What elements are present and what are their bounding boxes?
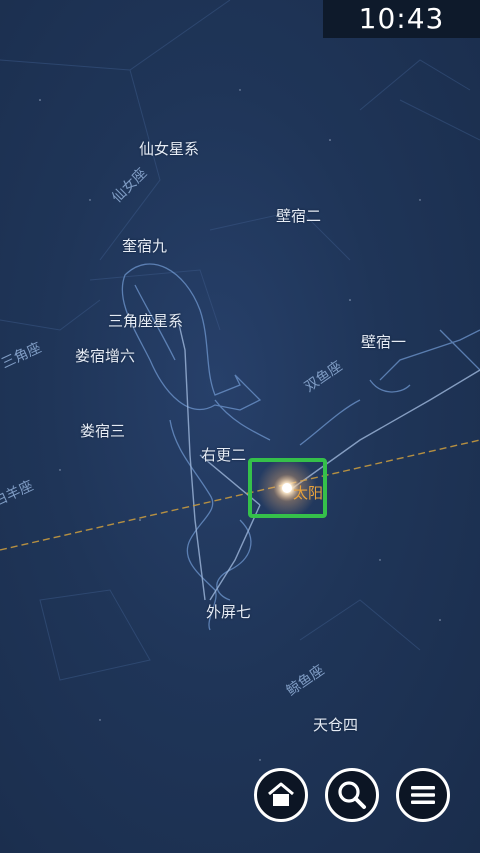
constellation-boundaries [0,0,480,681]
home-icon [268,782,294,806]
menu-button[interactable] [396,768,450,822]
star-label-wai-ping-7[interactable]: 外屏七 [206,601,251,622]
status-clock: 10:43 [323,0,480,38]
star-label-tian-cang-4[interactable]: 天仓四 [313,714,358,735]
star-label-kui-9[interactable]: 奎宿九 [122,235,167,256]
star-label-lou-zeng-6[interactable]: 娄宿增六 [75,345,135,366]
menu-icon [411,786,435,804]
search-button[interactable] [325,768,379,822]
star-label-lou-3[interactable]: 娄宿三 [80,420,125,441]
search-icon [338,781,366,809]
home-button[interactable] [254,768,308,822]
star-label-bi-2[interactable]: 壁宿二 [276,205,321,226]
star-label-you-geng-2[interactable]: 右更二 [201,444,246,465]
selection-highlight[interactable] [248,458,327,518]
star-label-triangulum-galaxy[interactable]: 三角座星系 [108,310,183,331]
sky-map[interactable] [0,0,480,853]
star-label-bi-1[interactable]: 壁宿一 [361,331,406,352]
star-label-andromeda-galaxy[interactable]: 仙女星系 [139,138,199,159]
